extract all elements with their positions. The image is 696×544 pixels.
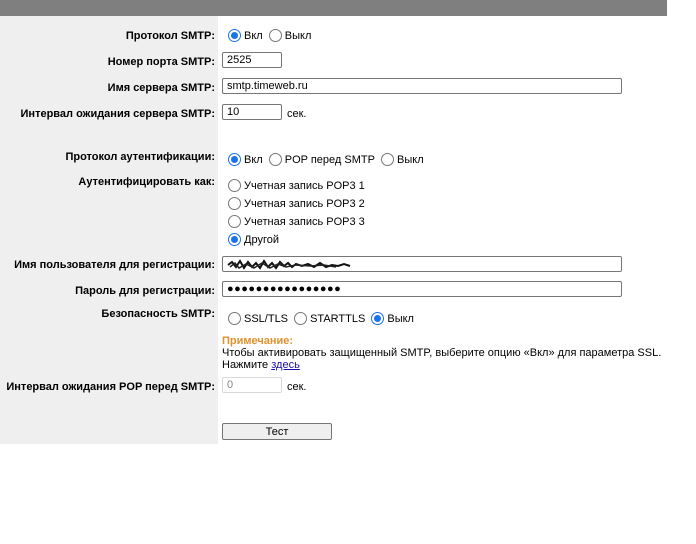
option-label: Выкл (397, 153, 424, 166)
auth-as-option-1[interactable]: Учетная запись POP3 1 (228, 179, 368, 195)
pop-timeout-unit: сек. (287, 381, 307, 393)
test-button[interactable]: Тест (222, 423, 332, 440)
radio-icon[interactable] (268, 29, 282, 42)
option-label: Выкл (284, 29, 312, 42)
option-label: Вкл (244, 29, 263, 42)
radio-icon[interactable] (228, 215, 241, 228)
option-label: POP перед SMTP (284, 153, 375, 166)
smtp-protocol-group: Вкл Выкл (228, 29, 314, 45)
auth-protocol-group: Вкл POP перед SMTP Выкл (228, 153, 427, 169)
timeout-unit: сек. (287, 108, 307, 120)
option-label: SSL/TLS (244, 312, 289, 325)
smtp-off-radio[interactable]: Выкл (268, 29, 312, 42)
option-label: STARTTLS (310, 312, 366, 325)
note-title: Примечание: (222, 335, 294, 347)
option-label: Учетная запись POP3 1 (244, 179, 365, 192)
auth-as-option-3[interactable]: Учетная запись POP3 3 (228, 215, 368, 231)
security-ssl-tls-radio[interactable]: SSL/TLS (228, 312, 288, 325)
security-off-radio[interactable]: Выкл (371, 312, 414, 325)
smtp-server-label: Имя сервера SMTP: (107, 82, 215, 94)
radio-icon[interactable] (228, 312, 241, 325)
auth-pop-before-smtp-radio[interactable]: POP перед SMTP (268, 153, 375, 166)
smtp-server-input[interactable]: smtp.timeweb.ru (222, 78, 622, 94)
radio-icon[interactable] (371, 312, 385, 325)
radio-icon[interactable] (381, 153, 395, 166)
radio-icon[interactable] (228, 179, 241, 192)
security-starttls-radio[interactable]: STARTTLS (294, 312, 365, 325)
password-input[interactable]: ●●●●●●●●●●●●●●●● (222, 281, 622, 297)
auth-on-radio[interactable]: Вкл (228, 153, 263, 166)
smtp-on-radio[interactable]: Вкл (228, 29, 263, 42)
radio-icon[interactable] (268, 153, 282, 166)
smtp-protocol-label: Протокол SMTP: (125, 30, 215, 42)
pop-timeout-label: Интервал ожидания POP перед SMTP: (6, 381, 215, 393)
note-click-line: Нажмите здесь (222, 359, 300, 371)
redacted-scribble (227, 259, 351, 270)
option-label: Учетная запись POP3 2 (244, 197, 365, 210)
radio-icon[interactable] (228, 29, 241, 42)
smtp-timeout-label: Интервал ожидания сервера SMTP: (20, 108, 215, 120)
radio-icon[interactable] (294, 312, 308, 325)
auth-off-radio[interactable]: Выкл (381, 153, 424, 166)
auth-as-label: Аутентифицировать как: (78, 176, 215, 188)
header-bar (0, 0, 667, 16)
here-link[interactable]: здесь (271, 359, 300, 371)
smtp-port-input[interactable]: 2525 (222, 52, 282, 68)
username-label: Имя пользователя для регистрации: (14, 259, 215, 271)
option-label: Учетная запись POP3 3 (244, 215, 365, 228)
label-column (0, 16, 218, 444)
smtp-security-label: Безопасность SMTP: (101, 308, 215, 320)
radio-icon[interactable] (228, 233, 241, 246)
smtp-timeout-input[interactable]: 10 (222, 104, 282, 120)
radio-icon[interactable] (228, 197, 241, 210)
smtp-security-group: SSL/TLS STARTTLS Выкл (228, 312, 417, 328)
option-label: Выкл (387, 312, 414, 325)
auth-as-option-other[interactable]: Другой (228, 233, 282, 249)
option-label: Вкл (244, 153, 263, 166)
note-click-prefix: Нажмите (222, 359, 269, 371)
auth-protocol-label: Протокол аутентификации: (65, 151, 215, 163)
pop-timeout-input[interactable]: 0 (222, 377, 282, 393)
option-label: Другой (244, 233, 279, 246)
password-label: Пароль для регистрации: (75, 285, 215, 297)
note-text: Чтобы активировать защищенный SMTP, выбе… (222, 347, 662, 359)
auth-as-option-2[interactable]: Учетная запись POP3 2 (228, 197, 368, 213)
smtp-port-label: Номер порта SMTP: (107, 56, 215, 68)
radio-icon[interactable] (228, 153, 241, 166)
